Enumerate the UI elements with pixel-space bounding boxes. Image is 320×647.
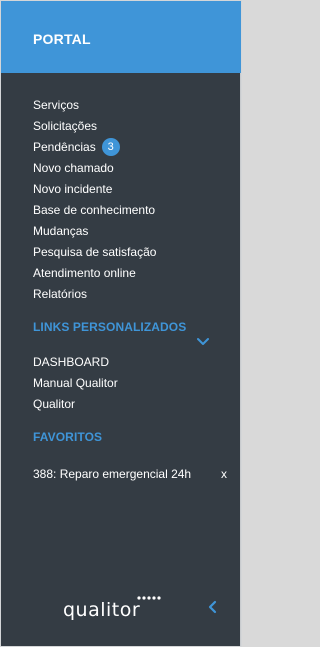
link-item-qualitor[interactable]: Qualitor [33,394,118,415]
main-menu: Serviços Solicitações Pendências 3 Novo c… [33,95,156,305]
menu-item-relatorios[interactable]: Relatórios [33,284,156,305]
link-item-manual-qualitor[interactable]: Manual Qualitor [33,373,118,394]
chevron-left-icon[interactable] [206,600,218,614]
menu-item-label: Solicitações [33,119,98,133]
menu-item-label: Novo incidente [33,182,113,196]
logo-text: qualitor [63,599,140,621]
menu-item-label: Pendências [33,140,96,154]
menu-item-label: Mudanças [33,224,89,238]
menu-item-label: Serviços [33,98,80,112]
sidebar-header: PORTAL [1,1,241,73]
favorite-item-link[interactable]: 388: Reparo emergencial 24h [33,464,191,484]
qualitor-logo: qualitor [63,596,161,621]
menu-item-mudancas[interactable]: Mudanças [33,221,156,242]
sidebar: PORTAL Serviços Solicitações Pendências 3… [1,1,241,646]
remove-favorite-button[interactable]: x [221,464,227,484]
link-item-label: DASHBOARD [33,355,110,369]
portal-title[interactable]: PORTAL [33,31,91,47]
menu-item-label: Relatórios [33,287,88,301]
favorite-item: 388: Reparo emergencial 24h x [33,464,227,484]
pendencias-count-badge: 3 [101,138,120,156]
menu-item-label: Atendimento online [33,266,136,280]
menu-item-pendencias[interactable]: Pendências 3 [33,137,156,158]
menu-item-base-de-conhecimento[interactable]: Base de conhecimento [33,200,156,221]
favorites-section-title: FAVORITOS [33,430,103,444]
link-item-label: Manual Qualitor [33,376,118,390]
window-frame: PORTAL Serviços Solicitações Pendências 3… [0,0,242,647]
link-item-dashboard[interactable]: DASHBOARD [33,352,118,373]
links-section-title: LINKS PERSONALIZADOS [33,320,187,334]
chevron-down-icon[interactable] [197,337,209,347]
menu-item-atendimento-online[interactable]: Atendimento online [33,263,156,284]
menu-item-novo-chamado[interactable]: Novo chamado [33,158,156,179]
menu-item-label: Novo chamado [33,161,114,175]
custom-links-list: DASHBOARD Manual Qualitor Qualitor [33,352,118,415]
link-item-label: Qualitor [33,397,76,411]
menu-item-label: Base de conhecimento [33,203,156,217]
menu-item-pesquisa-de-satisfacao[interactable]: Pesquisa de satisfação [33,242,156,263]
menu-item-solicitacoes[interactable]: Solicitações [33,116,156,137]
menu-item-servicos[interactable]: Serviços [33,95,156,116]
menu-item-label: Pesquisa de satisfação [33,245,157,259]
menu-item-novo-incidente[interactable]: Novo incidente [33,179,156,200]
